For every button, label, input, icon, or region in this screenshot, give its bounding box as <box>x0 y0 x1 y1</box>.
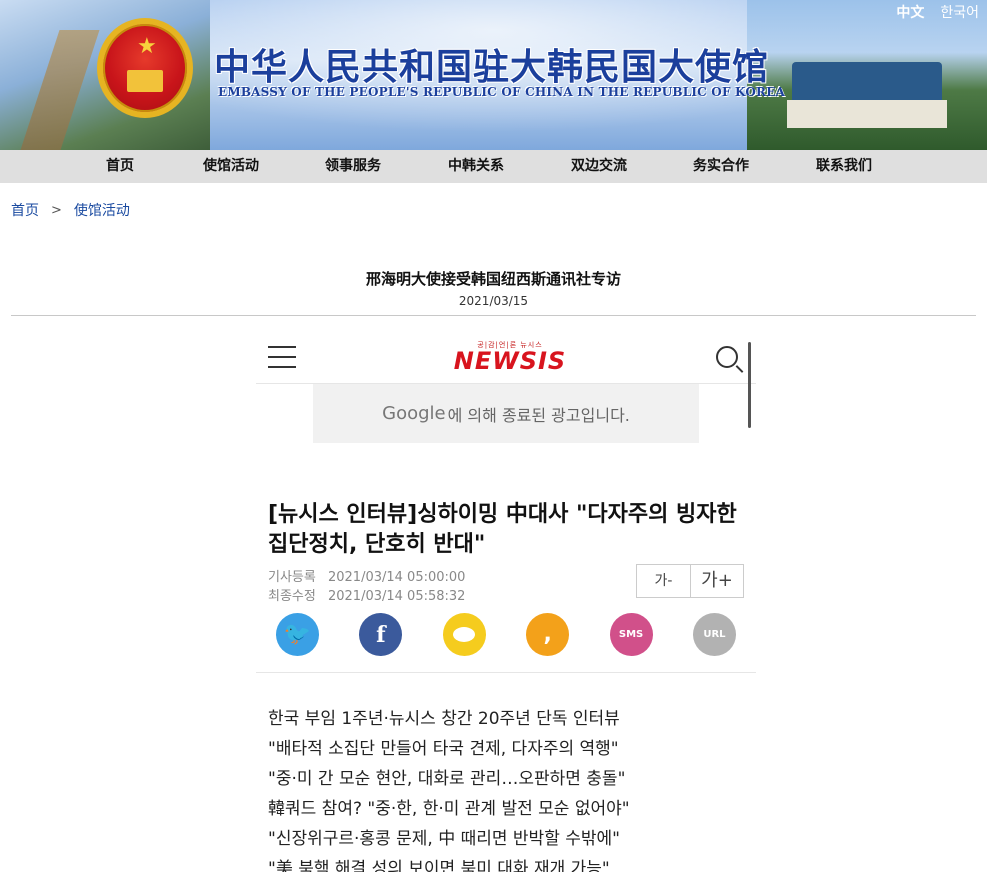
article-title: 邢海明大使接受韩国纽西斯通讯社专访 <box>365 270 621 288</box>
google-wordmark: Google <box>382 403 446 424</box>
blue-house-base <box>787 100 947 128</box>
newsis-header: 공|감|언|론 뉴시스 NEWSIS <box>256 326 756 384</box>
modified-time: 2021/03/14 05:58:32 <box>327 589 466 604</box>
lang-korean-link[interactable]: 한국어 <box>940 2 979 22</box>
font-decrease-button[interactable]: 가- <box>637 565 690 597</box>
registered-time: 2021/03/14 05:00:00 <box>327 570 466 585</box>
header-banner: ★ 中华人民共和国驻大韩民国大使馆 EMBASSY OF THE PEOPLE'… <box>0 0 987 150</box>
facebook-share-icon[interactable]: f <box>359 613 403 656</box>
divider <box>11 315 976 316</box>
font-size-controls: 가- 가+ <box>636 564 744 598</box>
nav-item-cooperation[interactable]: 务实合作 <box>693 150 749 183</box>
nav-item-embassy-activities[interactable]: 使馆活动 <box>203 150 259 183</box>
blue-house-roof <box>792 62 942 102</box>
tiananmen-icon <box>127 70 163 92</box>
newsis-wordmark: NEWSIS <box>453 347 567 375</box>
article-meta: 기사등록 2021/03/14 05:00:00 최종수정 2021/03/14… <box>268 568 465 606</box>
breadcrumb: 首页 > 使馆活动 <box>11 200 130 220</box>
nav-item-home[interactable]: 首页 <box>106 150 134 183</box>
scrollbar[interactable] <box>748 342 751 428</box>
breadcrumb-current-link[interactable]: 使馆活动 <box>74 200 130 220</box>
ad-closed-text: 에 의해 종료된 광고입니다. <box>447 405 630 425</box>
divider <box>256 672 756 673</box>
url-share-button[interactable]: URL <box>692 613 736 656</box>
ad-placeholder: Google 에 의해 종료된 광고입니다. <box>313 384 699 443</box>
language-switcher: 中文 한국어 <box>896 2 979 22</box>
article-summary: 한국 부임 1주년·뉴시스 창간 20주년 단독 인터뷰 "배타적 소집단 만들… <box>268 704 746 872</box>
twitter-share-icon[interactable]: 🐦 <box>276 613 319 656</box>
kakaostory-share-icon[interactable]: , <box>526 613 570 656</box>
newsis-screenshot: 공|감|언|론 뉴시스 NEWSIS Google 에 의해 종료된 광고입니다… <box>256 326 756 872</box>
font-increase-button[interactable]: 가+ <box>690 565 743 597</box>
search-icon[interactable] <box>716 346 738 368</box>
share-buttons: 🐦 f , SMS URL <box>276 613 736 656</box>
site-title-en: EMBASSY OF THE PEOPLE'S REPUBLIC OF CHIN… <box>218 85 786 99</box>
nav-item-china-korea[interactable]: 中韩关系 <box>448 150 504 183</box>
summary-line: "중·미 간 모순 현안, 대화로 관리…오판하면 충돌" <box>268 769 626 789</box>
nav-item-consular[interactable]: 领事服务 <box>325 150 381 183</box>
lang-chinese-link[interactable]: 中文 <box>896 2 924 22</box>
summary-line: 韓쿼드 참여? "중·한, 한·미 관계 발전 모순 없어야" <box>268 799 630 819</box>
chevron-right-icon: > <box>51 202 62 218</box>
breadcrumb-home-link[interactable]: 首页 <box>11 200 39 220</box>
hamburger-menu-icon[interactable] <box>268 346 296 368</box>
kakaotalk-share-icon[interactable] <box>442 613 486 656</box>
modified-label: 최종수정 <box>268 589 316 604</box>
summary-line: 한국 부임 1주년·뉴시스 창간 20주년 단독 인터뷰 <box>268 709 620 729</box>
summary-line: "美 북핵 해결 성의 보이면 북미 대화 재개 가능" <box>268 859 610 872</box>
nav-item-exchange[interactable]: 双边交流 <box>571 150 627 183</box>
speech-bubble-icon <box>453 627 476 642</box>
site-title-cn: 中华人民共和国驻大韩民国大使馆 <box>214 46 770 88</box>
nav-item-contact[interactable]: 联系我们 <box>816 150 872 183</box>
national-emblem-logo: ★ <box>97 18 193 118</box>
summary-line: "신장위구르·홍콩 문제, 中 때리면 반박할 수밖에" <box>268 829 620 849</box>
sms-share-button[interactable]: SMS <box>609 613 653 656</box>
blue-house-image <box>747 0 987 150</box>
article-date: 2021/03/15 <box>458 294 529 308</box>
newsis-logo: 공|감|언|론 뉴시스 NEWSIS <box>440 340 580 375</box>
star-icon: ★ <box>137 34 157 59</box>
registered-label: 기사등록 <box>268 570 316 585</box>
newsis-headline: [뉴시스 인터뷰]싱하이밍 中대사 "다자주의 빙자한 집단정치, 단호히 반대… <box>268 502 737 557</box>
summary-line: "배타적 소집단 만들어 타국 견제, 다자주의 역행" <box>268 739 619 759</box>
main-nav: 首页 使馆活动 领事服务 中韩关系 双边交流 务实合作 联系我们 <box>0 150 987 183</box>
